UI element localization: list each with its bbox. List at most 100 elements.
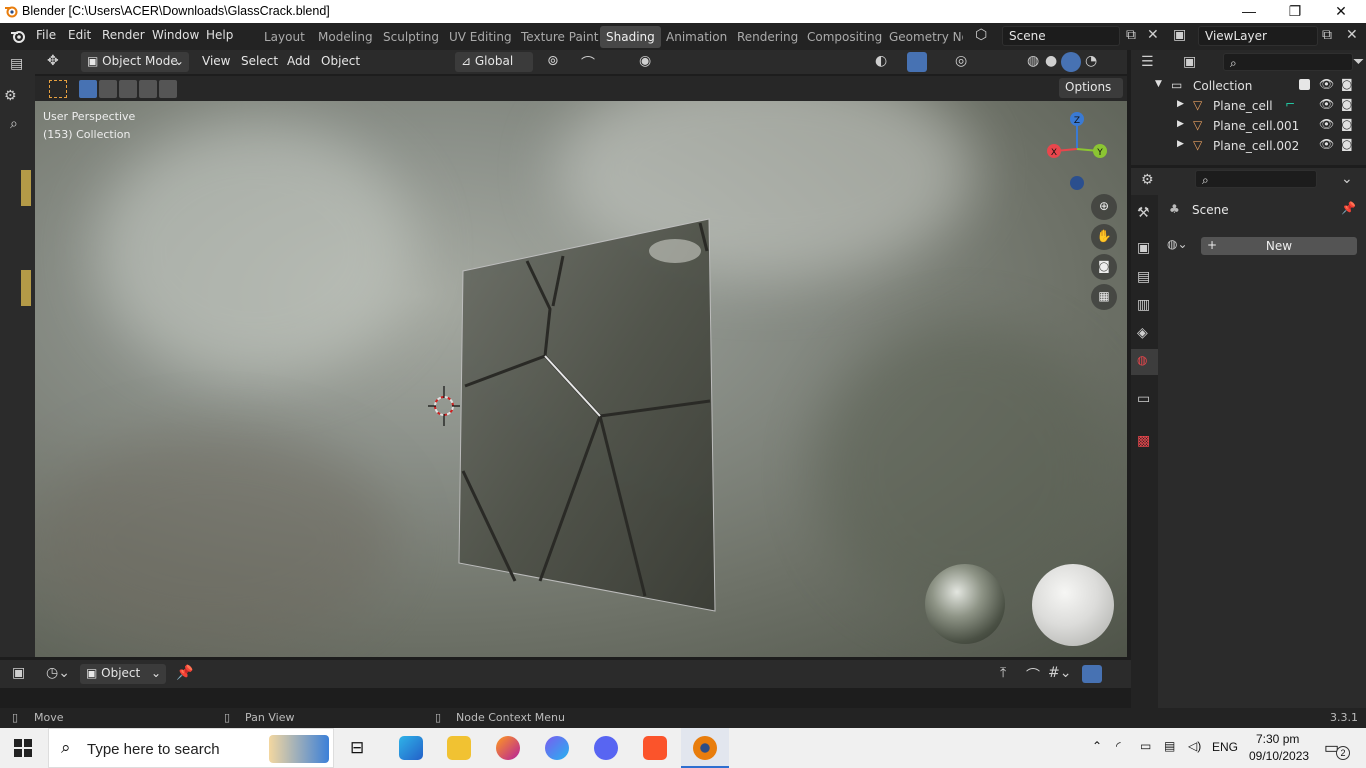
select-mode-subtract-icon[interactable]: [119, 80, 137, 98]
pin-icon[interactable]: 📌: [176, 665, 193, 681]
rendered-shading-icon[interactable]: ◔: [1085, 53, 1097, 69]
grid-perspective-icon[interactable]: ▦: [1091, 284, 1117, 310]
material-preview-button[interactable]: [1061, 52, 1081, 72]
menu-render[interactable]: Render: [102, 28, 145, 42]
menu-help[interactable]: Help: [206, 28, 233, 42]
snap-icon[interactable]: ⌒: [581, 53, 595, 73]
display-mode-icon[interactable]: ▣: [1183, 54, 1196, 70]
expand-arrow-icon[interactable]: ▶: [1177, 99, 1184, 109]
shader-type-icon[interactable]: ◷⌄: [46, 665, 70, 681]
texture-tab-icon[interactable]: ▩: [1137, 433, 1150, 449]
glass-panel-object[interactable]: [445, 211, 745, 621]
tab-sculpting[interactable]: Sculpting: [377, 26, 445, 48]
network-icon[interactable]: ▤: [1164, 739, 1175, 753]
select-mode-intersect-icon[interactable]: [159, 80, 177, 98]
pivot-icon[interactable]: ⊚: [547, 53, 559, 69]
pan-hand-icon[interactable]: ✋: [1091, 224, 1117, 250]
transform-orientation-dropdown[interactable]: ⊿ Global: [455, 52, 533, 72]
outliner-search-input[interactable]: ⌕: [1223, 53, 1353, 71]
outliner-editor-icon[interactable]: ☰: [1141, 54, 1154, 70]
outliner-row-plane-cell-002[interactable]: ▶ ▽ Plane_cell.002 👁 ◙: [1131, 136, 1366, 156]
copilot-icon[interactable]: [545, 736, 569, 760]
shader-object-dropdown[interactable]: ▣ Object ⌄: [80, 664, 166, 684]
select-mode-extend-icon[interactable]: [99, 80, 117, 98]
eye-icon[interactable]: 👁: [1319, 137, 1334, 151]
pin-icon[interactable]: 📌: [1341, 201, 1356, 215]
shader-editor-area[interactable]: [0, 688, 1131, 708]
menu-edit[interactable]: Edit: [68, 28, 91, 42]
tab-layout[interactable]: Layout: [258, 26, 311, 48]
3d-viewport[interactable]: User Perspective (153) Collection Z X Y …: [35, 101, 1127, 657]
world-tab-active[interactable]: ◍: [1131, 349, 1158, 375]
search-icon[interactable]: ⌕: [10, 116, 18, 132]
tab-geometry-nodes[interactable]: Geometry Noc: [883, 26, 963, 48]
menu-select[interactable]: Select: [241, 54, 278, 68]
scene-tool-icon[interactable]: ⚙: [4, 88, 17, 104]
eye-icon[interactable]: 👁: [1319, 97, 1334, 111]
camera-render-icon[interactable]: ◙: [1341, 137, 1353, 151]
snap-grid-icon[interactable]: #⌄: [1048, 665, 1071, 681]
firefox-icon[interactable]: [496, 736, 520, 760]
taskbar-search-box[interactable]: ⌕ Type here to search: [48, 728, 334, 768]
outliner-row-plane-cell-001[interactable]: ▶ ▽ Plane_cell.001 👁 ◙: [1131, 116, 1366, 136]
windows-start-icon[interactable]: [14, 739, 32, 760]
gizmo-toggle-button[interactable]: [907, 52, 927, 72]
tab-rendering[interactable]: Rendering: [731, 26, 804, 48]
render-tab-icon[interactable]: ▣: [1137, 240, 1150, 256]
scene-tab-icon[interactable]: ◈: [1137, 325, 1148, 341]
clock-time[interactable]: 7:30 pm: [1256, 732, 1299, 746]
tab-modeling[interactable]: Modeling: [312, 26, 379, 48]
zoom-icon[interactable]: ⊕: [1091, 194, 1117, 220]
chevron-up-icon[interactable]: ⌃: [1092, 739, 1102, 753]
edge-browser-icon[interactable]: [399, 736, 423, 760]
battery-icon[interactable]: ▭: [1140, 739, 1151, 753]
editor-type-icon[interactable]: ▤: [10, 56, 23, 72]
output-tab-icon[interactable]: ▤: [1137, 269, 1150, 285]
properties-editor-icon[interactable]: ⚙: [1141, 172, 1154, 188]
tool-tab-icon[interactable]: ⚒: [1137, 205, 1150, 221]
solid-shading-icon[interactable]: ●: [1045, 53, 1057, 69]
menu-view[interactable]: View: [202, 54, 230, 68]
properties-search-input[interactable]: ⌕: [1195, 170, 1317, 188]
camera-icon[interactable]: ◙: [1091, 254, 1117, 280]
tab-animation[interactable]: Animation: [660, 26, 733, 48]
clock-date[interactable]: 09/10/2023: [1249, 749, 1309, 763]
new-view-layer-icon[interactable]: ⧉: [1322, 27, 1332, 43]
parent-node-icon[interactable]: ⤒: [1000, 665, 1006, 681]
delete-scene-icon[interactable]: ✕: [1147, 27, 1159, 43]
volume-icon[interactable]: ◁): [1188, 739, 1201, 753]
file-explorer-icon[interactable]: [447, 736, 471, 760]
overlay-toggle-button[interactable]: [1082, 665, 1102, 683]
eye-icon[interactable]: 👁: [1319, 117, 1334, 131]
new-world-button[interactable]: + New: [1201, 237, 1357, 255]
menu-add[interactable]: Add: [287, 54, 310, 68]
snap-icon[interactable]: ⌒: [1026, 665, 1040, 685]
view-layer-tab-icon[interactable]: ▥: [1137, 297, 1150, 313]
eye-icon[interactable]: 👁: [1319, 77, 1334, 91]
camera-render-icon[interactable]: ◙: [1341, 77, 1353, 91]
tab-uv-editing[interactable]: UV Editing: [443, 26, 518, 48]
scene-icon[interactable]: ⬡: [975, 27, 987, 43]
tab-texture-paint[interactable]: Texture Paint: [515, 26, 604, 48]
close-button[interactable]: ✕: [1318, 0, 1364, 23]
select-mode-new-icon[interactable]: [79, 80, 97, 98]
new-scene-icon[interactable]: ⧉: [1126, 27, 1136, 43]
world-selector-icon[interactable]: ◍⌄: [1167, 237, 1188, 251]
select-box-tool-icon[interactable]: [49, 80, 67, 98]
filter-icon[interactable]: ⏷: [1353, 54, 1364, 70]
view-layer-selector[interactable]: ViewLayer: [1198, 26, 1318, 46]
editor-type-icon[interactable]: ▣: [12, 665, 25, 681]
blender-menu-icon[interactable]: [10, 28, 26, 44]
menu-file[interactable]: File: [36, 28, 56, 42]
overlays-icon[interactable]: ◎: [955, 53, 967, 69]
navigation-gizmo[interactable]: Z X Y: [1040, 111, 1110, 197]
chevron-down-icon[interactable]: ⌄: [1341, 171, 1353, 187]
task-view-icon[interactable]: ⊟: [350, 738, 364, 758]
notifications-button[interactable]: ▭ 2: [1324, 738, 1350, 760]
select-mode-invert-icon[interactable]: [139, 80, 157, 98]
camera-render-icon[interactable]: ◙: [1341, 97, 1353, 111]
collection-tab-icon[interactable]: ▭: [1137, 391, 1150, 407]
scroll-handle-1[interactable]: [21, 170, 31, 206]
minimize-button[interactable]: —: [1226, 0, 1272, 23]
view-layer-icon[interactable]: ▣: [1173, 27, 1186, 43]
